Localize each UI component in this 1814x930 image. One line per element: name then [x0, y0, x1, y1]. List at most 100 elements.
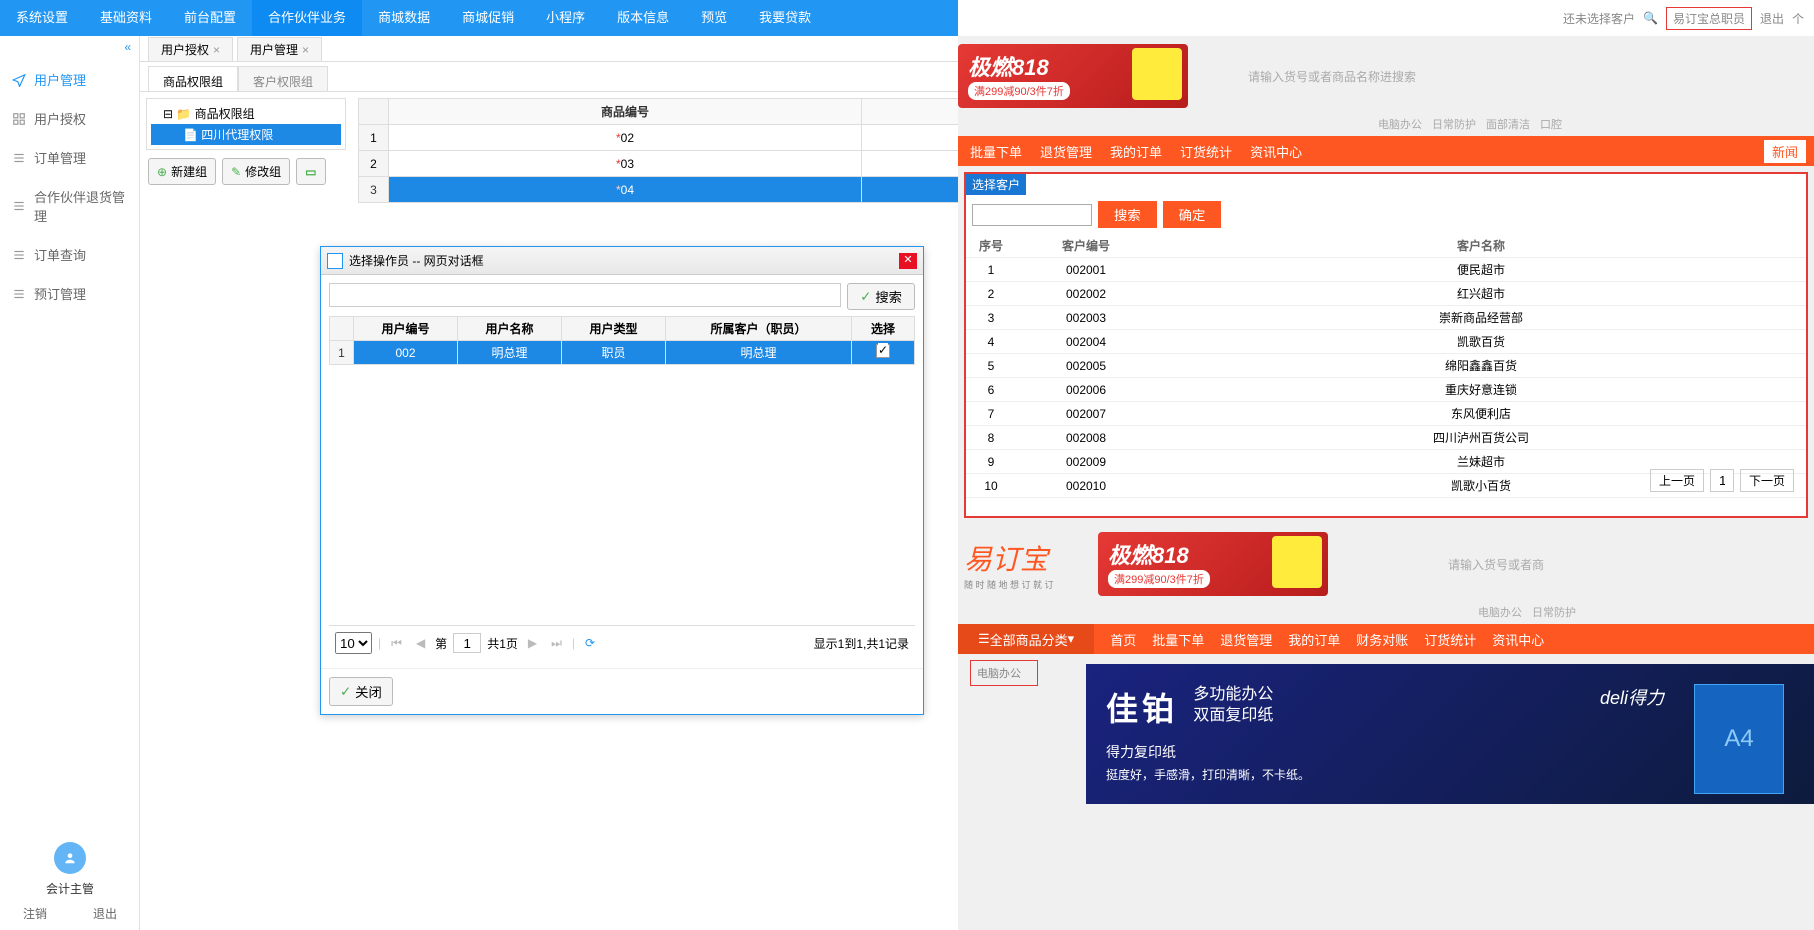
cat-link[interactable]: 日常防护 — [1532, 604, 1576, 620]
nav-order-stats[interactable]: 订货统计 — [1180, 142, 1232, 161]
partner-search-placeholder[interactable]: 请输入货号或者商品名称进搜索 — [1248, 68, 1416, 85]
exit-link[interactable]: 退出 — [93, 905, 117, 922]
nav-info[interactable]: 资讯中心 — [1250, 142, 1302, 161]
table-row[interactable]: 4002004凯歌百货 — [966, 330, 1806, 354]
nav-preview[interactable]: 预览 — [685, 0, 743, 36]
nav2-return[interactable]: 退货管理 — [1220, 630, 1272, 649]
nav2-info[interactable]: 资讯中心 — [1492, 630, 1544, 649]
sidebar-item-order-query[interactable]: 订单查询 — [0, 235, 139, 274]
tab-label: 用户授权 — [161, 41, 209, 58]
sidebar-item-user-auth[interactable]: 用户授权 — [0, 99, 139, 138]
cell-code: 002009 — [1016, 450, 1156, 474]
dialog-search-button[interactable]: ✓搜索 — [847, 283, 915, 310]
minus-button[interactable]: ▭ — [296, 158, 325, 185]
table-row[interactable]: 3002003崇新商品经营部 — [966, 306, 1806, 330]
nav-miniapp[interactable]: 小程序 — [530, 0, 601, 36]
prev-page-icon[interactable]: ◀ — [412, 636, 429, 650]
table-row[interactable]: 5002005绵阳鑫鑫百货 — [966, 354, 1806, 378]
customer-search-button[interactable]: 搜索 — [1098, 201, 1157, 228]
tree-root-node[interactable]: 商品权限组 — [151, 103, 341, 124]
nav-return[interactable]: 退货管理 — [1040, 142, 1092, 161]
nav-loan[interactable]: 我要贷款 — [743, 0, 827, 36]
search-placeholder-2[interactable]: 请输入货号或者商 — [1448, 556, 1544, 573]
exit-link[interactable]: 退出 — [1760, 10, 1784, 27]
col-seq: 序号 — [966, 234, 1016, 258]
cell-code: 002003 — [1016, 306, 1156, 330]
cell-seq: 7 — [966, 402, 1016, 426]
nav-frontend[interactable]: 前台配置 — [168, 0, 252, 36]
cell-usertype: 职员 — [562, 341, 666, 365]
page-size-select[interactable]: 10 — [335, 632, 372, 654]
cell-check[interactable] — [851, 341, 914, 365]
news-badge[interactable]: 新闻 — [1764, 140, 1806, 163]
nav2-home[interactable]: 首页 — [1110, 630, 1136, 649]
customer-search-input[interactable] — [972, 204, 1092, 226]
page-input[interactable] — [453, 633, 481, 653]
nav2-stats[interactable]: 订货统计 — [1424, 630, 1476, 649]
sidebar-item-preorder[interactable]: 预订管理 — [0, 274, 139, 313]
cell-seq: 2 — [966, 282, 1016, 306]
nav-system[interactable]: 系统设置 — [0, 0, 84, 36]
tab-label: 用户管理 — [250, 41, 298, 58]
last-page-icon[interactable]: ⏭ — [547, 636, 566, 651]
nav2-batch[interactable]: 批量下单 — [1152, 630, 1204, 649]
new-group-button[interactable]: ⊕新建组 — [148, 158, 216, 185]
nav2-finance[interactable]: 财务对账 — [1356, 630, 1408, 649]
page-input[interactable] — [1710, 469, 1734, 492]
logout-link[interactable]: 注销 — [23, 905, 47, 922]
role-box[interactable]: 易订宝总职员 — [1666, 7, 1752, 30]
table-row[interactable]: 1002001便民超市 — [966, 258, 1806, 282]
sidebar-item-partner-return[interactable]: 合作伙伴退货管理 — [0, 177, 139, 235]
cat-link[interactable]: 口腔 — [1540, 116, 1562, 132]
nav-version[interactable]: 版本信息 — [601, 0, 685, 36]
all-categories-button[interactable]: ☰ 全部商品分类 ▾ — [958, 624, 1094, 654]
current-user-name: 会计主管 — [0, 880, 140, 897]
subtab-customer-group[interactable]: 客户权限组 — [238, 66, 328, 91]
dialog-titlebar[interactable]: 选择操作员 -- 网页对话框 ✕ — [321, 247, 923, 275]
nav-basic[interactable]: 基础资料 — [84, 0, 168, 36]
bag-icon — [1132, 48, 1182, 100]
collapse-sidebar-icon[interactable]: « — [0, 36, 139, 60]
prev-page-button[interactable]: 上一页 — [1650, 469, 1704, 492]
personal-link[interactable]: 个 — [1792, 10, 1804, 27]
cat-link[interactable]: 电脑办公 — [1478, 604, 1522, 620]
subtab-product-group[interactable]: 商品权限组 — [148, 66, 238, 91]
dialog-search-input[interactable] — [329, 283, 841, 307]
tab-user-mgmt[interactable]: 用户管理 × — [237, 37, 322, 61]
partner-header: 还未选择客户 🔍 易订宝总职员 退出 个 — [958, 0, 1814, 36]
nav-mall-promo[interactable]: 商城促销 — [446, 0, 530, 36]
table-row[interactable]: 8002008四川泸州百货公司 — [966, 426, 1806, 450]
refresh-icon[interactable]: ⟳ — [581, 636, 599, 650]
next-page-button[interactable]: 下一页 — [1740, 469, 1794, 492]
sidebar-item-order[interactable]: 订单管理 — [0, 138, 139, 177]
nav2-myorder[interactable]: 我的订单 — [1288, 630, 1340, 649]
close-icon[interactable]: × — [213, 43, 220, 57]
sidebar-item-user-mgmt[interactable]: 用户管理 — [0, 60, 139, 99]
cat-link[interactable]: 日常防护 — [1432, 116, 1476, 132]
category-box[interactable]: 电脑办公 — [970, 660, 1038, 686]
close-icon[interactable]: × — [302, 43, 309, 57]
cat-link[interactable]: 电脑办公 — [1378, 116, 1422, 132]
nav-partner-biz[interactable]: 合作伙伴业务 — [252, 0, 362, 36]
nav-my-order[interactable]: 我的订单 — [1110, 142, 1162, 161]
tree-child-sichuan[interactable]: 📄 四川代理权限 — [151, 124, 341, 145]
nav-batch-order[interactable]: 批量下单 — [970, 142, 1022, 161]
next-page-icon[interactable]: ▶ — [524, 636, 541, 650]
nav-mall-data[interactable]: 商城数据 — [362, 0, 446, 36]
table-row[interactable]: 2002002红兴超市 — [966, 282, 1806, 306]
first-page-icon[interactable]: ⏮ — [387, 636, 406, 651]
select-customer-title: 选择客户 — [966, 174, 1026, 195]
page-label: 第 — [435, 635, 447, 652]
customer-confirm-button[interactable]: 确定 — [1163, 201, 1222, 228]
table-row[interactable]: 6002006重庆好意连锁 — [966, 378, 1806, 402]
edit-group-button[interactable]: ✎修改组 — [222, 158, 290, 185]
tab-user-auth[interactable]: 用户授权 × — [148, 37, 233, 61]
bag-icon — [1272, 536, 1322, 588]
table-row[interactable]: 7002007东风便利店 — [966, 402, 1806, 426]
tree-child-label: 四川代理权限 — [201, 128, 273, 142]
table-row[interactable]: 1 002 明总理 职员 明总理 — [330, 341, 915, 365]
close-icon[interactable]: ✕ — [899, 253, 917, 269]
dialog-close-button[interactable]: ✓关闭 — [329, 677, 393, 706]
list-icon — [12, 287, 26, 301]
cat-link[interactable]: 面部清洁 — [1486, 116, 1530, 132]
